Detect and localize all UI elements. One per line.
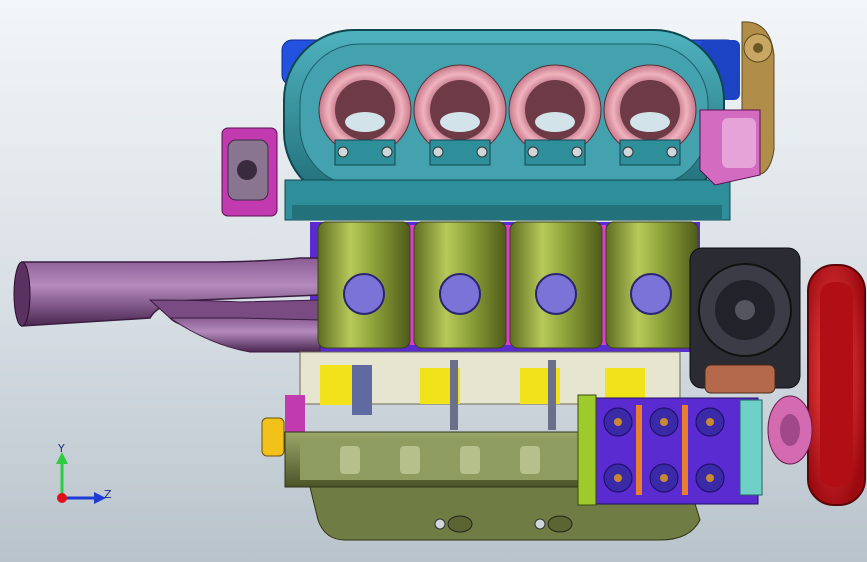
triad-y-label: Y	[58, 442, 65, 455]
engine-assembly-model[interactable]	[0, 0, 867, 562]
coordinate-triad	[56, 452, 106, 504]
oil-pump-assembly	[577, 394, 763, 506]
alternator	[689, 247, 801, 394]
cad-3d-viewport[interactable]: Y Z	[0, 0, 867, 562]
triad-z-label: Z	[104, 488, 112, 501]
